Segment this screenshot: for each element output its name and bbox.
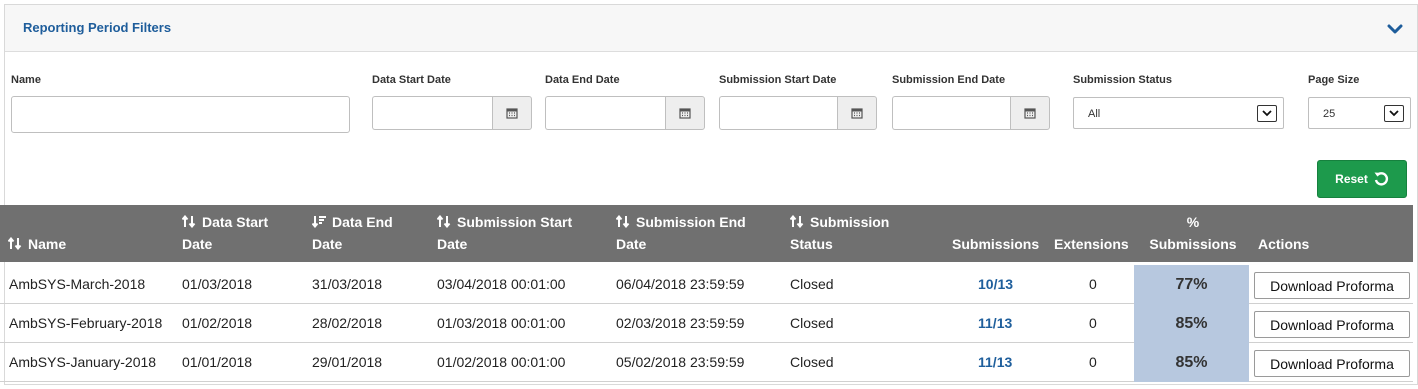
page-size-label: Page Size <box>1308 74 1360 86</box>
cell-extensions: 0 <box>1089 276 1097 292</box>
header-sub-start-line1: Submission Start <box>457 214 573 230</box>
cell-name: AmbSYS-March-2018 <box>9 276 146 292</box>
sort-icon <box>790 215 804 228</box>
cell-status: Closed <box>790 315 834 331</box>
download-proforma-button[interactable]: Download Proforma <box>1254 350 1410 377</box>
submission-start-date-field <box>719 96 877 130</box>
data-start-calendar-button[interactable] <box>492 96 532 130</box>
name-label: Name <box>11 74 41 86</box>
data-start-date-field <box>372 96 532 130</box>
cell-data-end: 28/02/2018 <box>312 315 383 331</box>
cell-pct-submissions: 77% <box>1134 265 1249 304</box>
submission-status-value: All <box>1088 108 1101 120</box>
data-end-date-input[interactable] <box>545 96 665 130</box>
column-header-submissions: Submissions <box>952 236 1040 252</box>
calendar-icon <box>679 108 691 119</box>
cell-status: Closed <box>790 354 834 370</box>
table-row: AmbSYS-March-2018 01/03/2018 31/03/2018 … <box>0 265 1413 304</box>
header-pct-line2: Submissions <box>1149 236 1237 252</box>
cell-submissions-link[interactable]: 10/13 <box>978 276 1013 292</box>
data-end-calendar-button[interactable] <box>665 96 705 130</box>
reset-button[interactable]: Reset <box>1317 160 1407 198</box>
cell-pct-submissions: 85% <box>1134 343 1249 382</box>
header-data-end-line1: Data End <box>332 214 393 230</box>
cell-sub-end: 02/03/2018 23:59:59 <box>616 315 745 331</box>
cell-submissions-link[interactable]: 11/13 <box>978 315 1012 331</box>
chevron-down-icon[interactable] <box>1387 22 1403 36</box>
header-sub-end-line2: Date <box>616 236 647 252</box>
download-proforma-button[interactable]: Download Proforma <box>1254 272 1410 299</box>
panel-header[interactable]: Reporting Period Filters <box>5 5 1417 52</box>
cell-name: AmbSYS-January-2018 <box>9 354 157 370</box>
column-header-name[interactable]: Name <box>8 233 66 255</box>
header-status-line2: Status <box>790 236 833 252</box>
column-header-submission-start[interactable]: Submission Start Date <box>437 211 572 255</box>
header-sub-start-line2: Date <box>437 236 468 252</box>
cell-sub-start: 03/04/2018 00:01:00 <box>437 276 566 292</box>
reset-label: Reset <box>1335 172 1368 186</box>
sort-icon <box>182 215 196 228</box>
sort-icon <box>437 215 451 228</box>
cell-pct-submissions: 85% <box>1134 304 1249 343</box>
header-name-label: Name <box>28 236 67 252</box>
column-header-status[interactable]: Submission Status <box>790 211 889 255</box>
select-arrow-icon <box>1257 105 1277 122</box>
table-row: AmbSYS-February-2018 01/02/2018 28/02/20… <box>0 304 1413 343</box>
sort-icon <box>8 237 22 250</box>
select-arrow-icon <box>1384 105 1404 122</box>
download-proforma-button[interactable]: Download Proforma <box>1254 311 1410 338</box>
cell-sub-start: 01/03/2018 00:01:00 <box>437 315 566 331</box>
page-size-select[interactable]: 25 <box>1308 97 1411 129</box>
column-header-data-start[interactable]: Data Start Date <box>182 211 268 255</box>
table-row: AmbSYS-January-2018 01/01/2018 29/01/201… <box>0 343 1413 382</box>
table-header: Name Data Start Date Data End Date Submi… <box>0 205 1413 262</box>
cell-status: Closed <box>790 276 834 292</box>
cell-data-end: 31/03/2018 <box>312 276 383 292</box>
column-header-data-end[interactable]: Data End Date <box>312 211 393 255</box>
column-header-submission-end[interactable]: Submission End Date <box>616 211 746 255</box>
cell-name: AmbSYS-February-2018 <box>9 315 163 331</box>
refresh-icon <box>1374 172 1388 186</box>
column-header-pct-submissions: % Submissions <box>1134 211 1252 255</box>
data-start-label: Data Start Date <box>372 74 451 86</box>
submission-end-date-field <box>892 96 1050 130</box>
cell-extensions: 0 <box>1089 315 1097 331</box>
calendar-icon <box>1024 108 1036 119</box>
submission-status-select[interactable]: All <box>1073 97 1284 129</box>
calendar-icon <box>506 108 518 119</box>
cell-data-start: 01/01/2018 <box>182 354 253 370</box>
cell-submissions-link[interactable]: 11/13 <box>978 354 1012 370</box>
cell-data-end: 29/01/2018 <box>312 354 383 370</box>
header-sub-end-line1: Submission End <box>636 214 746 230</box>
header-data-start-line1: Data Start <box>202 214 269 230</box>
cell-sub-end: 06/04/2018 23:59:59 <box>616 276 745 292</box>
cell-sub-end: 05/02/2018 23:59:59 <box>616 354 745 370</box>
data-start-date-input[interactable] <box>372 96 492 130</box>
calendar-icon <box>851 108 863 119</box>
page-size-value: 25 <box>1323 108 1336 120</box>
data-end-label: Data End Date <box>545 74 620 86</box>
submission-start-date-input[interactable] <box>719 96 837 130</box>
header-data-start-line2: Date <box>182 236 213 252</box>
submission-end-date-input[interactable] <box>892 96 1010 130</box>
column-header-actions: Actions <box>1258 236 1310 252</box>
submission-end-calendar-button[interactable] <box>1010 96 1050 130</box>
sort-desc-icon <box>312 216 326 228</box>
submission-start-calendar-button[interactable] <box>837 96 877 130</box>
cell-sub-start: 01/02/2018 00:01:00 <box>437 354 566 370</box>
data-end-date-field <box>545 96 705 130</box>
panel-title: Reporting Period Filters <box>23 20 172 35</box>
submission-status-label: Submission Status <box>1073 74 1173 86</box>
name-input[interactable] <box>11 96 350 133</box>
header-pct-line1: % <box>1186 214 1200 230</box>
cell-extensions: 0 <box>1089 354 1097 370</box>
submission-end-label: Submission End Date <box>892 74 1006 86</box>
header-data-end-line2: Date <box>312 236 343 252</box>
cell-data-start: 01/02/2018 <box>182 315 253 331</box>
submission-start-label: Submission Start Date <box>719 74 837 86</box>
sort-icon <box>616 215 630 228</box>
cell-data-start: 01/03/2018 <box>182 276 253 292</box>
column-header-extensions: Extensions <box>1054 236 1129 252</box>
header-status-line1: Submission <box>810 214 890 230</box>
